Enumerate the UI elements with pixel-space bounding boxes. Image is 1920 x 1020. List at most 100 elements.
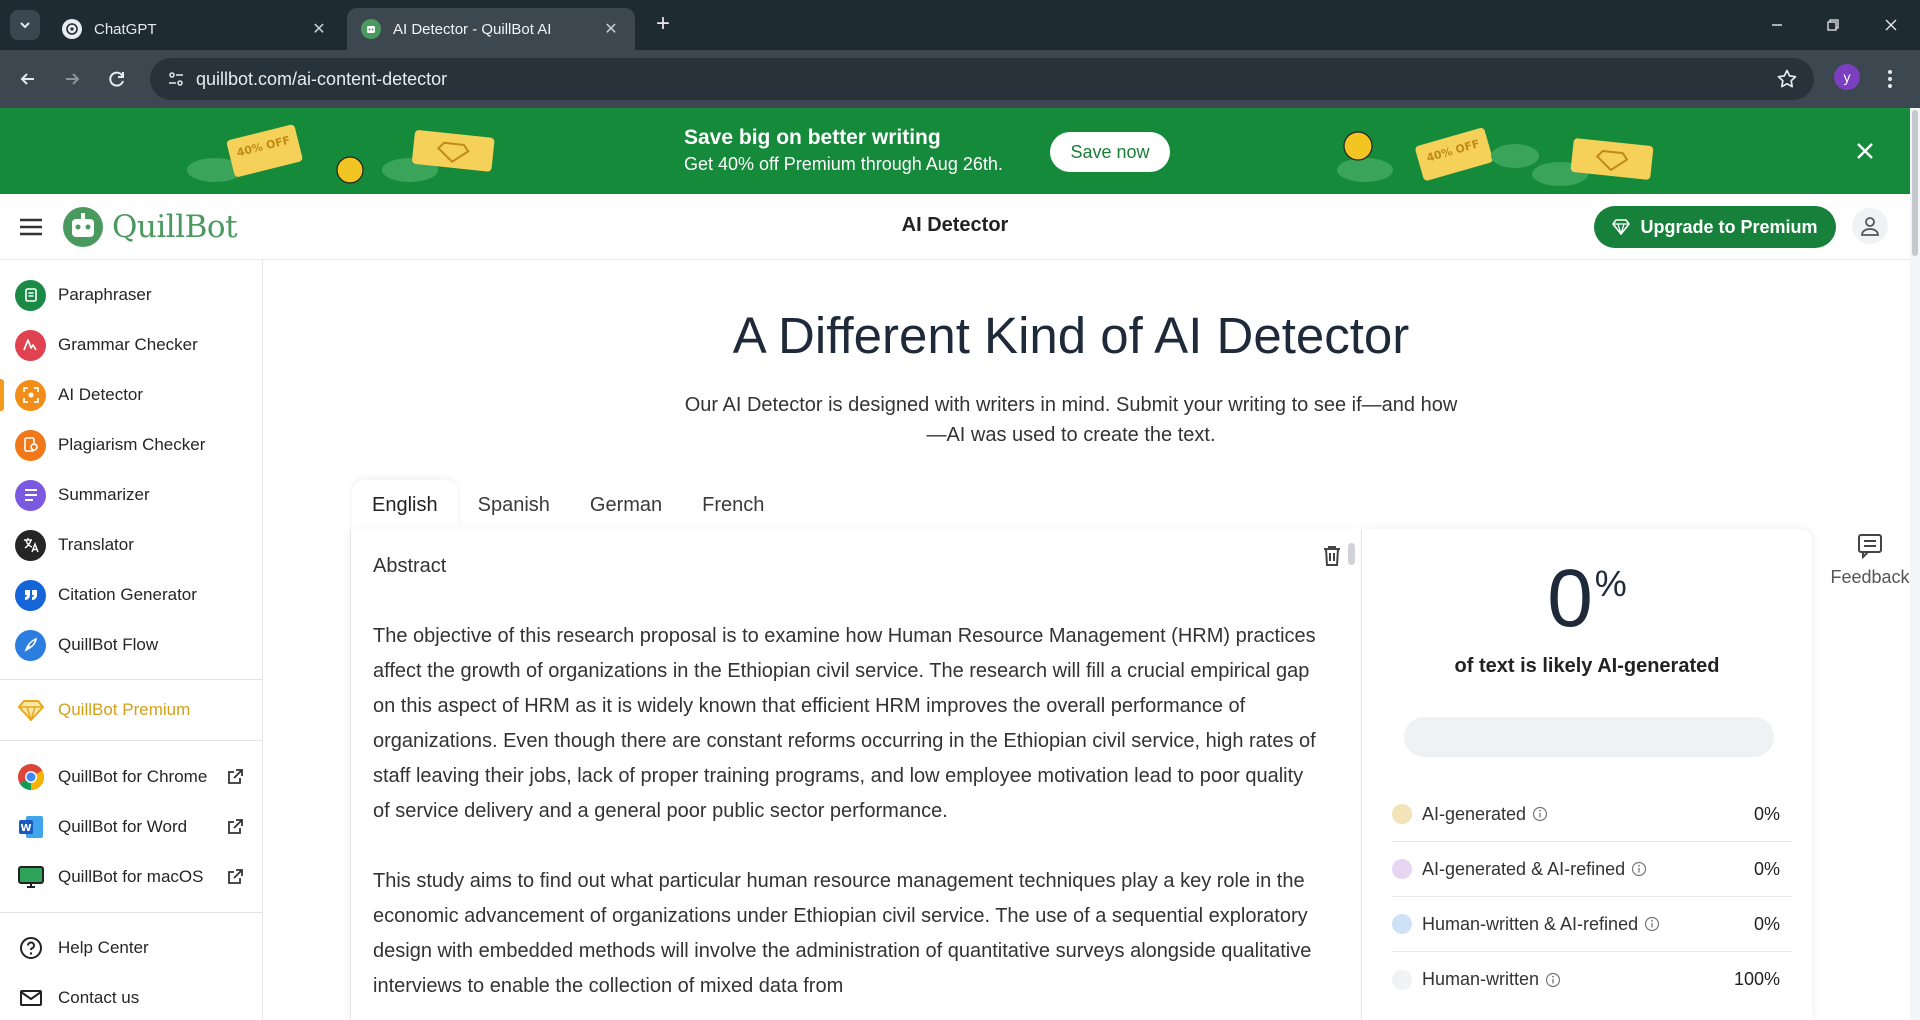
sidebar-item-help-center[interactable]: Help Center <box>0 928 262 968</box>
promo-close-icon[interactable] <box>1850 136 1880 166</box>
tab-chatgpt[interactable]: ChatGPT ✕ <box>48 8 343 50</box>
bookmark-star-icon[interactable] <box>1776 68 1798 95</box>
ai-score-percent-sign: % <box>1594 563 1627 604</box>
sidebar-item-paraphraser[interactable]: Paraphraser <box>0 275 262 315</box>
minimize-icon[interactable] <box>1762 10 1792 40</box>
forward-icon[interactable] <box>57 64 87 94</box>
legend-label: Human-written & AI-refined <box>1422 913 1639 934</box>
sidebar-item-chrome-extension[interactable]: QuillBot for Chrome <box>0 757 262 797</box>
hero-subtitle: Our AI Detector is designed with writers… <box>684 394 1458 446</box>
browser-menu-icon[interactable] <box>1880 64 1900 94</box>
sidebar-item-label: QuillBot Premium <box>58 700 191 719</box>
sidebar-item-label: QuillBot for Word <box>58 817 188 836</box>
promo-decoration-left-icon: 40% OFF <box>187 124 495 184</box>
close-icon[interactable]: ✕ <box>309 19 329 39</box>
feedback-icon <box>1830 533 1910 559</box>
ai-detector-icon <box>15 379 46 411</box>
account-icon[interactable] <box>1852 208 1888 244</box>
page-scrollbar-thumb[interactable] <box>1912 110 1918 256</box>
sidebar-item-citation-generator[interactable]: Citation Generator <box>0 575 262 615</box>
logo-text: QuillBot <box>112 209 238 245</box>
sidebar-item-label: Citation Generator <box>58 585 197 604</box>
premium-diamond-icon <box>15 695 46 726</box>
profile-avatar[interactable]: y <box>1834 64 1860 90</box>
promo-title: Save big on better writing <box>684 126 941 149</box>
feedback-button[interactable]: Feedback <box>1830 533 1910 588</box>
sidebar-item-quillbot-premium[interactable]: QuillBot Premium <box>0 690 262 730</box>
legend-dot <box>1392 804 1412 824</box>
mail-icon <box>15 983 46 1014</box>
legend-value: 0% <box>1753 858 1780 879</box>
page-title: AI Detector <box>901 214 1009 236</box>
quillbot-logo[interactable]: QuillBot <box>62 206 238 248</box>
editor-paragraph: Abstract <box>373 555 447 577</box>
app-header: QuillBot AI Detector Upgrade to Premium <box>0 194 1910 260</box>
sidebar-item-contact-us[interactable]: Contact us <box>0 978 262 1018</box>
chatgpt-favicon-icon <box>62 19 82 39</box>
sidebar-divider <box>0 912 262 913</box>
word-icon: W <box>15 812 46 843</box>
sidebar-item-label: Summarizer <box>58 485 150 504</box>
info-icon[interactable] <box>1644 916 1660 932</box>
editor-scrollbar[interactable] <box>1348 543 1355 565</box>
sidebar-item-grammar-checker[interactable]: Grammar Checker <box>0 325 262 365</box>
tab-title: AI Detector - QuillBot AI <box>393 20 552 38</box>
menu-icon[interactable] <box>18 216 44 243</box>
info-icon[interactable] <box>1532 806 1548 822</box>
close-icon[interactable]: ✕ <box>601 19 621 39</box>
site-info-icon[interactable] <box>156 70 196 88</box>
tab-english[interactable]: English <box>352 480 458 530</box>
page-scrollbar[interactable] <box>1910 108 1920 1020</box>
restore-icon[interactable] <box>1818 10 1848 40</box>
tab-ai-detector[interactable]: AI Detector - QuillBot AI ✕ <box>347 8 635 50</box>
info-icon[interactable] <box>1545 972 1561 988</box>
info-icon[interactable] <box>1631 861 1647 877</box>
back-icon[interactable] <box>13 64 43 94</box>
plagiarism-icon <box>15 429 46 461</box>
save-now-button[interactable]: Save now <box>1050 132 1170 172</box>
sidebar-item-label: Translator <box>58 535 134 554</box>
sidebar-item-quillbot-flow[interactable]: QuillBot Flow <box>0 625 262 665</box>
sidebar-item-word-addin[interactable]: W QuillBot for Word <box>0 807 262 847</box>
sidebar-item-label: QuillBot for Chrome <box>58 767 208 786</box>
legend-value: 100% <box>1733 969 1780 989</box>
sidebar-item-plagiarism-checker[interactable]: Plagiarism Checker <box>0 425 262 465</box>
legend-value: 0% <box>1753 913 1780 934</box>
upgrade-label: Upgrade to Premium <box>1640 216 1818 237</box>
legend-row-human-written: Human-written 100% <box>1392 952 1792 1007</box>
editor-content[interactable]: Abstract The objective of this research … <box>373 549 1318 1020</box>
tab-search-button[interactable] <box>10 10 40 40</box>
sidebar-item-translator[interactable]: Translator <box>0 525 262 565</box>
paraphraser-icon <box>15 279 46 311</box>
new-tab-button[interactable]: + <box>650 12 676 38</box>
flow-icon <box>15 629 46 661</box>
promo-subtitle: Get 40% off Premium through Aug 26th. <box>684 154 1003 174</box>
legend-dot <box>1392 859 1412 879</box>
legend-dot <box>1392 969 1412 990</box>
text-editor[interactable]: Abstract The objective of this research … <box>350 529 1362 1020</box>
help-icon <box>15 933 46 964</box>
tab-german[interactable]: German <box>570 480 682 530</box>
tab-spanish[interactable]: Spanish <box>458 480 570 530</box>
language-tabs: English Spanish German French <box>352 480 784 530</box>
external-link-icon <box>228 769 243 784</box>
trash-icon[interactable] <box>1321 544 1343 573</box>
tab-french[interactable]: French <box>682 480 784 530</box>
reload-icon[interactable] <box>102 64 132 94</box>
legend-value: 0% <box>1753 803 1780 824</box>
sidebar-item-macos-app[interactable]: QuillBot for macOS <box>0 857 262 897</box>
browser-tab-bar: ChatGPT ✕ AI Detector - QuillBot AI ✕ + <box>0 0 1920 50</box>
sidebar-item-label: AI Detector <box>58 385 144 404</box>
upgrade-to-premium-button[interactable]: Upgrade to Premium <box>1594 206 1836 248</box>
url-text: quillbot.com/ai-content-detector <box>196 68 448 89</box>
svg-text:W: W <box>20 823 31 834</box>
address-bar[interactable]: quillbot.com/ai-content-detector <box>150 58 1814 100</box>
tab-title: ChatGPT <box>94 20 157 38</box>
sidebar-item-label: Paraphraser <box>58 285 152 304</box>
quillbot-logo-icon <box>63 207 103 247</box>
ai-score-caption: of text is likely AI-generated <box>1454 655 1720 677</box>
sidebar-item-ai-detector[interactable]: AI Detector <box>0 375 262 415</box>
window-close-icon[interactable] <box>1876 10 1906 40</box>
external-link-icon <box>228 819 243 834</box>
sidebar-item-summarizer[interactable]: Summarizer <box>0 475 262 515</box>
